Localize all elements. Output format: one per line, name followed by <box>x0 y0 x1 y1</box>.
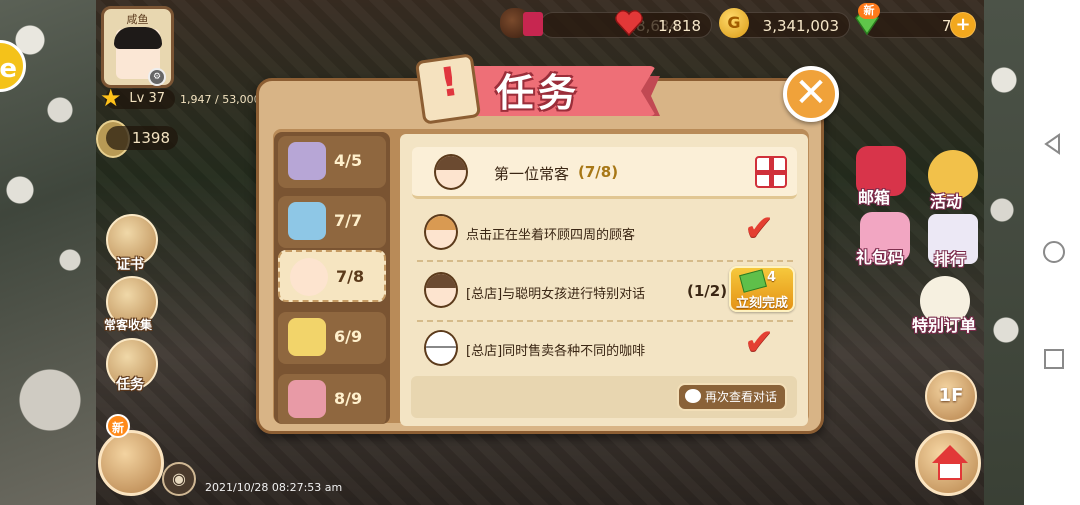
special-order-label: 特别订单 <box>912 316 977 335</box>
timestamp: 2021/10/28 08:27:53 am <box>205 481 343 494</box>
tab-count: 8/9 <box>334 389 363 408</box>
smart-girl-avatar <box>424 272 458 308</box>
back-icon[interactable] <box>1042 133 1064 155</box>
regular-customer-avatar <box>434 154 468 190</box>
gift-code-label: 礼包码 <box>856 248 905 267</box>
subtask-text: 点击正在坐着环顾四周的顾客 <box>466 228 636 243</box>
instant-complete-button[interactable]: 4 立刻完成 <box>729 266 795 312</box>
star-icon: ★ <box>100 84 122 112</box>
review-dialogue-button[interactable]: 再次查看对话 <box>677 383 787 411</box>
event-label: 活动 <box>930 192 963 211</box>
quest-side-label: 任务 <box>116 377 144 393</box>
bean-bag-icon <box>523 12 543 36</box>
heart-icon <box>615 10 643 37</box>
mystery-box-icon <box>288 318 326 356</box>
customer-avatar <box>424 214 458 250</box>
gold-coin-icon: G <box>719 8 749 38</box>
tab-count: 4/5 <box>334 151 363 170</box>
dessert-icon <box>288 380 326 418</box>
decor-icon <box>288 142 326 180</box>
tab-category-5[interactable]: 8/9 <box>278 374 386 424</box>
close-button[interactable]: ✕ <box>783 66 839 122</box>
chat-bubble-icon <box>685 389 701 403</box>
subtask-progress: (1/2) <box>687 282 728 300</box>
tab-category-1[interactable]: 4/5 <box>278 136 386 188</box>
tab-count: 6/9 <box>334 327 363 346</box>
chef-avatar <box>424 330 458 366</box>
customer-avatar-icon <box>290 258 328 296</box>
floor-button[interactable]: 1F <box>925 370 977 422</box>
tab-category-4[interactable]: 6/9 <box>278 312 386 364</box>
mail-label: 邮箱 <box>858 188 891 207</box>
camera-icon[interactable]: ◉ <box>162 462 196 496</box>
review-dialogue-label: 再次查看对话 <box>705 390 778 404</box>
right-background <box>984 0 1024 505</box>
instant-complete-label: 立刻完成 <box>735 296 788 311</box>
recents-icon[interactable] <box>1044 349 1064 369</box>
tab-category-2[interactable]: 7/7 <box>278 196 386 248</box>
profile-name: 咸鱼 <box>126 13 149 26</box>
new-badge: 新 <box>858 3 880 19</box>
ranking-label: 排行 <box>934 250 967 269</box>
coffee-machine-icon <box>288 202 326 240</box>
fame-counter: 1398 <box>106 126 178 150</box>
cash-cost: 4 <box>767 270 777 285</box>
home-button[interactable] <box>915 430 981 496</box>
divider <box>417 260 793 262</box>
quest-title: 第一位常客 <box>494 165 570 183</box>
home-icon <box>932 445 968 463</box>
tab-count: 7/7 <box>334 211 363 230</box>
friends-button[interactable] <box>98 430 164 496</box>
dialog-title: 任务 <box>496 71 581 115</box>
checkmark-icon: ✔ <box>744 208 775 249</box>
certificate-label: 证书 <box>116 257 144 273</box>
add-gems-button[interactable]: + <box>950 12 976 38</box>
experience-text: 1,947 / 53,000 <box>180 93 261 106</box>
checkmark-icon: ✔ <box>744 322 775 363</box>
new-badge-friends: 新 <box>106 414 130 438</box>
gear-icon[interactable]: ⚙ <box>148 68 166 86</box>
subtask-text: [总店]同时售卖各种不同的咖啡 <box>466 344 646 359</box>
quest-book-icon <box>414 53 482 125</box>
gift-icon[interactable] <box>755 156 787 188</box>
tab-count: 7/8 <box>336 267 365 286</box>
quest-category-tabs: 4/5 7/7 7/8 6/9 8/9 <box>274 132 390 424</box>
home-nav-icon[interactable] <box>1043 241 1065 263</box>
subtask-text: [总店]与聪明女孩进行特别对话 <box>466 287 646 302</box>
quest-progress: (7/8) <box>578 163 619 181</box>
divider <box>417 320 793 322</box>
tab-category-3[interactable]: 7/8 <box>278 250 386 302</box>
home-icon-body <box>938 462 962 480</box>
cash-icon <box>739 269 767 293</box>
regulars-label: 常客收集 <box>104 318 153 332</box>
